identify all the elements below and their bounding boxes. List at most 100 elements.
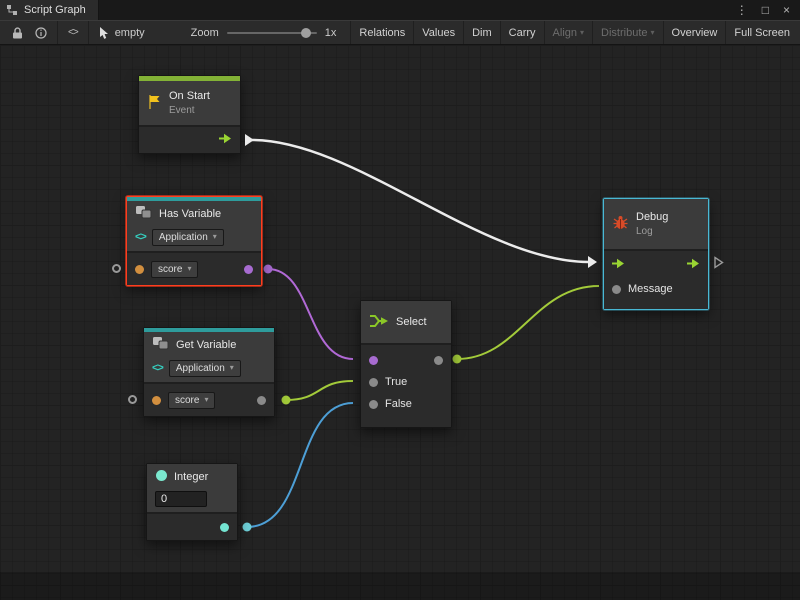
- true-label: True: [385, 376, 407, 388]
- integer-header: Integer: [147, 464, 237, 512]
- relations-button[interactable]: Relations: [350, 21, 413, 44]
- integer-icon: [155, 469, 168, 485]
- wire-endpoint-dot[interactable]: [282, 396, 291, 405]
- unconnected-input-port[interactable]: [128, 395, 137, 404]
- node-title: Debug: [636, 210, 668, 224]
- node-has-variable[interactable]: Has Variable <> Application ▾ score ▾: [126, 196, 262, 286]
- node-title: Select: [396, 316, 427, 328]
- on-start-header: On Start Event: [139, 81, 240, 125]
- chevron-down-icon: ▾: [580, 29, 584, 37]
- wire-integer-to-select-false[interactable]: [247, 403, 353, 527]
- select-header: Select: [361, 301, 451, 343]
- distribute-button[interactable]: Distribute ▾: [592, 21, 662, 44]
- message-input-port[interactable]: [612, 285, 621, 294]
- variable-name-input-port[interactable]: [152, 396, 161, 405]
- zoom-value: 1x: [325, 27, 337, 39]
- selection-output-port[interactable]: [434, 356, 443, 365]
- close-icon[interactable]: ×: [783, 4, 790, 16]
- maximize-icon[interactable]: □: [762, 4, 769, 16]
- variable-name-dropdown[interactable]: score ▾: [168, 392, 215, 409]
- align-button[interactable]: Align ▾: [544, 21, 592, 44]
- graph-icon: [6, 4, 18, 16]
- has-variable-body: score ▾: [127, 251, 261, 285]
- chevron-down-icon: ▾: [651, 29, 655, 37]
- variable-name-value: score: [158, 264, 182, 275]
- node-subtitle: Log: [636, 225, 668, 238]
- value-output-port[interactable]: [257, 396, 266, 405]
- flow-arrow-marker[interactable]: [245, 134, 254, 146]
- flow-input-port[interactable]: [612, 258, 625, 272]
- chevron-down-icon: ▾: [187, 265, 191, 273]
- node-title: Integer: [174, 471, 208, 483]
- get-variable-header: Get Variable <> Application ▾: [144, 332, 274, 382]
- get-variable-body: score ▾: [144, 382, 274, 416]
- toolbar-code-group: <>: [58, 21, 89, 44]
- tab-bar: Script Graph ⋮ □ ×: [0, 0, 800, 20]
- node-debug-log[interactable]: Debug Log Message: [603, 198, 709, 310]
- carry-button[interactable]: Carry: [500, 21, 544, 44]
- false-label: False: [385, 398, 412, 410]
- debug-log-body: Message: [604, 249, 708, 309]
- zoom-slider[interactable]: [227, 27, 317, 39]
- overview-button[interactable]: Overview: [663, 21, 726, 44]
- code-icon[interactable]: <>: [68, 27, 78, 38]
- wire-endpoint-dot[interactable]: [264, 265, 273, 274]
- chevron-down-icon: ▾: [230, 364, 234, 372]
- info-icon[interactable]: [35, 27, 47, 39]
- chevron-down-icon: ▾: [204, 396, 208, 404]
- graph-toolbar: <> empty Zoom 1x Relations Values Dim Ca…: [0, 20, 800, 45]
- bug-icon: [612, 215, 629, 233]
- wire-endpoint-dot[interactable]: [453, 355, 462, 364]
- lock-icon[interactable]: [12, 27, 23, 39]
- variable-icon: [152, 336, 170, 354]
- debug-log-header: Debug Log: [604, 199, 708, 249]
- zoom-label: Zoom: [191, 27, 219, 39]
- flow-output-port[interactable]: [219, 133, 232, 147]
- node-title: Has Variable: [159, 208, 221, 220]
- wire-onstart-to-log[interactable]: [252, 140, 589, 262]
- scope-dropdown[interactable]: Application ▾: [152, 229, 224, 246]
- dim-button[interactable]: Dim: [463, 21, 500, 44]
- variable-name-input-port[interactable]: [135, 265, 144, 274]
- bool-output-port[interactable]: [244, 265, 253, 274]
- wire-endpoint-dot[interactable]: [243, 523, 252, 532]
- align-label: Align: [553, 27, 577, 39]
- flag-icon: [147, 94, 162, 113]
- integer-body: [147, 512, 237, 540]
- false-input-port[interactable]: [369, 400, 378, 409]
- scope-dropdown[interactable]: Application ▾: [169, 360, 241, 377]
- wire-getvariable-to-select-true[interactable]: [286, 381, 353, 400]
- fullscreen-button[interactable]: Full Screen: [725, 21, 798, 44]
- node-get-variable[interactable]: Get Variable <> Application ▾ score ▾: [143, 327, 275, 417]
- selector-input-port[interactable]: [369, 356, 378, 365]
- zoom-slider-handle[interactable]: [301, 28, 311, 38]
- has-variable-header: Has Variable <> Application ▾: [127, 201, 261, 251]
- zoom-control: Zoom 1x: [181, 21, 347, 44]
- integer-output-port[interactable]: [220, 523, 229, 532]
- node-integer[interactable]: Integer: [146, 463, 238, 541]
- canvas-bottom-shade: [0, 572, 800, 600]
- selection-indicator: empty: [89, 21, 155, 44]
- wire-hasvariable-to-select[interactable]: [268, 269, 353, 359]
- values-button[interactable]: Values: [413, 21, 463, 44]
- scope-value: Application: [176, 363, 225, 374]
- toolbar-buttons: Relations Values Dim Carry Align ▾ Distr…: [350, 21, 798, 44]
- integer-value-input[interactable]: [155, 491, 207, 507]
- unconnected-input-port[interactable]: [112, 264, 121, 273]
- wire-select-to-log-message[interactable]: [457, 286, 599, 359]
- tab-script-graph[interactable]: Script Graph: [0, 0, 99, 20]
- tab-title: Script Graph: [24, 4, 86, 16]
- variable-name-dropdown[interactable]: score ▾: [151, 261, 198, 278]
- flow-continuation-icon[interactable]: [714, 256, 724, 269]
- graph-canvas[interactable]: On Start Event Has Variable: [0, 45, 800, 600]
- true-input-port[interactable]: [369, 378, 378, 387]
- node-select[interactable]: Select True False: [360, 300, 452, 428]
- chevron-down-icon: ▾: [213, 233, 217, 241]
- cursor-icon: [99, 27, 109, 39]
- node-on-start[interactable]: On Start Event: [138, 75, 241, 154]
- on-start-body: [139, 125, 240, 153]
- selection-label: empty: [115, 27, 145, 39]
- flow-output-port[interactable]: [687, 258, 700, 272]
- select-icon: [369, 314, 389, 331]
- menu-icon[interactable]: ⋮: [736, 4, 748, 16]
